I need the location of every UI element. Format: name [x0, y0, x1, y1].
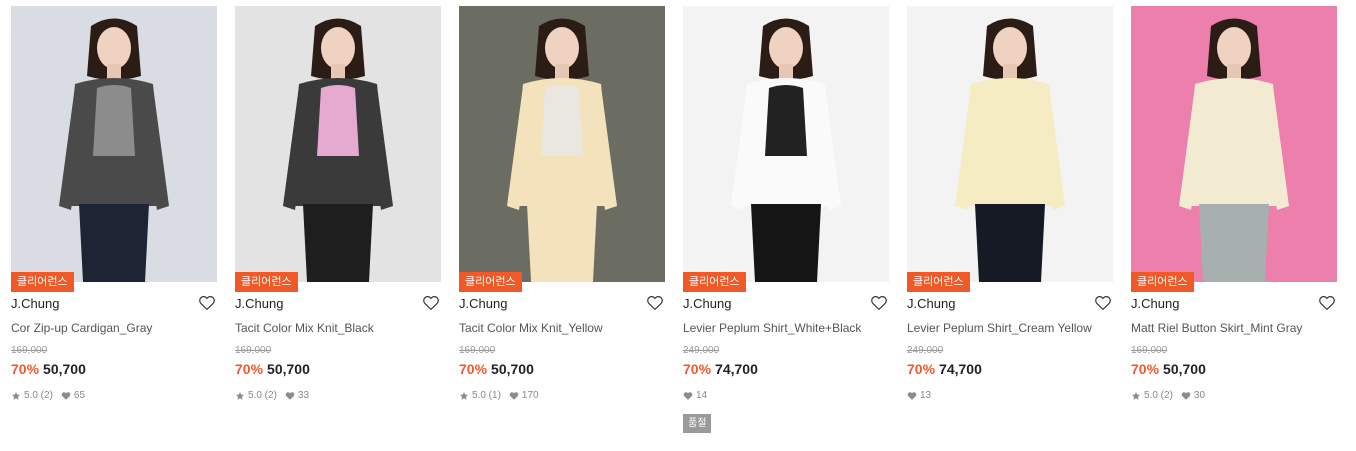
sale-price: 74,700 [715, 361, 758, 377]
product-card[interactable]: 클리어런스 J.Chung Cor Zip-up Cardigan_Gray 1… [11, 6, 217, 446]
like-heart-icon [61, 391, 71, 401]
rating-value: 5.0 (2) [1144, 390, 1173, 401]
product-card[interactable]: 클리어런스 J.Chung Tacit Color Mix Knit_Yello… [459, 6, 665, 446]
product-name[interactable]: Tacit Color Mix Knit_Black [235, 320, 441, 336]
clearance-badge: 클리어런스 [907, 272, 970, 292]
brand-name[interactable]: J.Chung [11, 296, 59, 312]
review-meta: 5.0 (2) 65 [11, 389, 85, 403]
product-image[interactable] [907, 6, 1113, 282]
product-name[interactable]: Levier Peplum Shirt_White+Black [683, 320, 889, 336]
price-line: 70% 50,700 [459, 360, 534, 378]
heart-icon[interactable] [870, 294, 888, 312]
product-name[interactable]: Tacit Color Mix Knit_Yellow [459, 320, 665, 336]
sale-price: 50,700 [1163, 361, 1206, 377]
star-icon [459, 391, 469, 401]
brand-name[interactable]: J.Chung [683, 296, 731, 312]
original-price: 169,000 [235, 345, 272, 356]
rating: 5.0 (2) [11, 389, 61, 403]
heart-icon[interactable] [422, 294, 440, 312]
price-line: 70% 74,700 [907, 360, 982, 378]
brand-name[interactable]: J.Chung [1131, 296, 1179, 312]
sale-price: 50,700 [43, 361, 86, 377]
clearance-badge: 클리어런스 [459, 272, 522, 292]
product-image[interactable] [1131, 6, 1337, 282]
product-card[interactable]: 클리어런스 J.Chung Matt Riel Button Skirt_Min… [1131, 6, 1337, 446]
discount-rate: 70% [1131, 361, 1160, 377]
product-card[interactable]: 클리어런스 J.Chung Levier Peplum Shirt_Cream … [907, 6, 1113, 446]
like-count: 13 [920, 390, 932, 401]
clearance-badge: 클리어런스 [683, 272, 746, 292]
star-icon [235, 391, 245, 401]
like-count: 170 [521, 390, 539, 401]
original-price: 249,000 [683, 345, 720, 356]
discount-rate: 70% [683, 361, 712, 377]
original-price: 169,000 [11, 345, 48, 356]
price-line: 70% 74,700 [683, 360, 758, 378]
star-icon [1131, 391, 1141, 401]
rating-value: 5.0 (2) [248, 390, 277, 401]
heart-icon[interactable] [1094, 294, 1112, 312]
rating: 5.0 (2) [235, 389, 285, 403]
like-heart-icon [683, 391, 693, 401]
rating: 5.0 (2) [1131, 389, 1181, 403]
review-meta: 5.0 (1) 170 [459, 389, 539, 403]
like-heart-icon [1181, 391, 1191, 401]
original-price: 249,000 [907, 345, 944, 356]
like-count: 33 [297, 390, 310, 401]
product-card[interactable]: 클리어런스 J.Chung Tacit Color Mix Knit_Black… [235, 6, 441, 446]
original-price: 169,000 [459, 345, 496, 356]
product-card[interactable]: 클리어런스 J.Chung Levier Peplum Shirt_White+… [683, 6, 889, 446]
discount-rate: 70% [11, 361, 40, 377]
brand-name[interactable]: J.Chung [459, 296, 507, 312]
discount-rate: 70% [235, 361, 264, 377]
review-meta: 13 [907, 389, 931, 403]
brand-name[interactable]: J.Chung [907, 296, 955, 312]
heart-icon[interactable] [646, 294, 664, 312]
review-meta: 14 [683, 389, 707, 403]
price-line: 70% 50,700 [11, 360, 86, 378]
like-heart-icon [509, 391, 519, 401]
clearance-badge: 클리어런스 [11, 272, 74, 292]
clearance-badge: 클리어런스 [1131, 272, 1194, 292]
discount-rate: 70% [907, 361, 936, 377]
product-grid: 클리어런스 J.Chung Cor Zip-up Cardigan_Gray 1… [11, 6, 1351, 446]
clearance-badge: 클리어런스 [235, 272, 298, 292]
heart-icon[interactable] [1318, 294, 1336, 312]
like-count: 30 [1193, 390, 1206, 401]
sold-out-badge: 품절 [683, 414, 712, 433]
brand-name[interactable]: J.Chung [235, 296, 283, 312]
sale-price: 74,700 [939, 361, 982, 377]
heart-icon[interactable] [198, 294, 216, 312]
product-name[interactable]: Levier Peplum Shirt_Cream Yellow [907, 320, 1113, 336]
star-icon [11, 391, 21, 401]
product-image[interactable] [235, 6, 441, 282]
product-image[interactable] [11, 6, 217, 282]
review-meta: 5.0 (2) 33 [235, 389, 309, 403]
product-name[interactable]: Cor Zip-up Cardigan_Gray [11, 320, 217, 336]
sale-price: 50,700 [491, 361, 534, 377]
review-meta: 5.0 (2) 30 [1131, 389, 1205, 403]
rating-value: 5.0 (2) [24, 390, 53, 401]
product-image[interactable] [459, 6, 665, 282]
like-count: 65 [73, 390, 86, 401]
discount-rate: 70% [459, 361, 488, 377]
product-name[interactable]: Matt Riel Button Skirt_Mint Gray [1131, 320, 1337, 336]
original-price: 169,000 [1131, 345, 1168, 356]
rating-value: 5.0 (1) [472, 390, 501, 401]
like-heart-icon [907, 391, 917, 401]
sale-price: 50,700 [267, 361, 310, 377]
price-line: 70% 50,700 [1131, 360, 1206, 378]
price-line: 70% 50,700 [235, 360, 310, 378]
like-count: 14 [696, 390, 708, 401]
rating: 5.0 (1) [459, 389, 509, 403]
product-image[interactable] [683, 6, 889, 282]
like-heart-icon [285, 391, 295, 401]
